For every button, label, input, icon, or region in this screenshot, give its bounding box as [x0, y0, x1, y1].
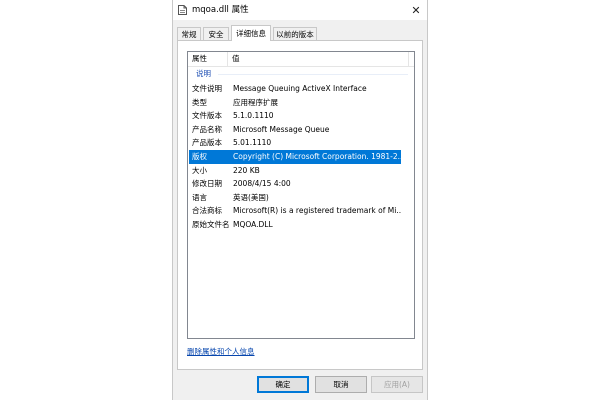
- table-row[interactable]: 修改日期 2008/4/15 4:00: [189, 177, 401, 191]
- table-row[interactable]: 文件版本 5.1.0.1110: [189, 109, 401, 123]
- column-header-property[interactable]: 属性: [188, 52, 228, 66]
- properties-dialog: mqoa.dll 属性 ✕ 常规 安全 详细信息 以前的版本 属性 值 说明 文…: [172, 0, 428, 400]
- property-rows: 文件说明 Message Queuing ActiveX Interface 类…: [188, 82, 414, 232]
- apply-button[interactable]: 应用(A): [371, 376, 423, 393]
- table-row[interactable]: 产品版本 5.01.1110: [189, 136, 401, 150]
- property-name: 产品名称: [192, 124, 222, 134]
- list-header: 属性 值: [188, 52, 414, 67]
- property-name: 合法商标: [192, 206, 222, 216]
- table-row[interactable]: 产品名称 Microsoft Message Queue: [189, 123, 401, 137]
- property-value: Microsoft(R) is a registered trademark o…: [233, 206, 401, 216]
- tab-previous-versions[interactable]: 以前的版本: [273, 27, 317, 40]
- property-value: 220 KB: [233, 165, 260, 175]
- table-row[interactable]: 原始文件名 MQOA.DLL: [189, 218, 401, 232]
- property-value: 5.1.0.1110: [233, 111, 274, 121]
- property-name: 类型: [192, 97, 207, 107]
- property-name: 文件版本: [192, 111, 222, 121]
- property-name: 产品版本: [192, 138, 222, 148]
- column-divider: [408, 52, 409, 66]
- close-icon: ✕: [411, 3, 421, 17]
- property-value: 应用程序扩展: [233, 97, 278, 107]
- property-value: Microsoft Message Queue: [233, 124, 330, 134]
- column-header-value[interactable]: 值: [228, 52, 408, 66]
- table-row[interactable]: 文件说明 Message Queuing ActiveX Interface: [189, 82, 401, 96]
- property-value: 2008/4/15 4:00: [233, 179, 291, 189]
- group-label-description: 说明: [196, 69, 211, 78]
- tab-general[interactable]: 常规: [177, 27, 201, 40]
- property-value: 5.01.1110: [233, 138, 272, 148]
- property-value: 英语(美国): [233, 192, 269, 202]
- window-title: mqoa.dll 属性: [192, 5, 249, 15]
- property-value: Message Queuing ActiveX Interface: [233, 84, 367, 93]
- group-divider: [218, 74, 408, 75]
- close-button[interactable]: ✕: [405, 0, 427, 20]
- tab-security[interactable]: 安全: [203, 27, 229, 40]
- properties-list[interactable]: 属性 值 说明 文件说明 Message Queuing ActiveX Int…: [187, 51, 415, 339]
- property-value: Copyright (C) Microsoft Corporation. 198…: [233, 151, 401, 161]
- ok-button[interactable]: 确定: [257, 376, 309, 393]
- table-row-selected[interactable]: 版权 Copyright (C) Microsoft Corporation. …: [189, 149, 401, 164]
- details-panel: 属性 值 说明 文件说明 Message Queuing ActiveX Int…: [177, 40, 423, 370]
- title-bar: mqoa.dll 属性 ✕: [173, 0, 427, 20]
- property-value: MQOA.DLL: [233, 219, 273, 229]
- property-name: 大小: [192, 165, 207, 175]
- table-row[interactable]: 大小 220 KB: [189, 164, 401, 178]
- cancel-button[interactable]: 取消: [315, 376, 367, 393]
- property-name: 文件说明: [192, 84, 222, 93]
- table-row[interactable]: 语言 英语(美国): [189, 191, 401, 205]
- table-row[interactable]: 合法商标 Microsoft(R) is a registered tradem…: [189, 204, 401, 218]
- tab-details[interactable]: 详细信息: [231, 25, 271, 41]
- table-row[interactable]: 类型 应用程序扩展: [189, 96, 401, 110]
- file-icon: [178, 5, 187, 15]
- remove-properties-link[interactable]: 删除属性和个人信息: [187, 346, 255, 357]
- property-name: 版权: [192, 151, 207, 161]
- property-name: 修改日期: [192, 179, 222, 189]
- property-name: 原始文件名: [192, 219, 230, 229]
- property-name: 语言: [192, 192, 207, 202]
